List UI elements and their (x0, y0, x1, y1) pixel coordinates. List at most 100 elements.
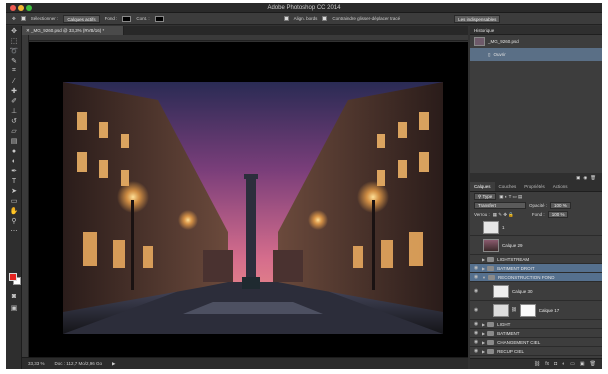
history-brush-icon[interactable]: ↺ (6, 116, 22, 126)
fill-field[interactable]: 100 % (547, 211, 569, 218)
layer-row[interactable]: ◉ ⛓ Calque 17 (470, 301, 602, 320)
select-label: Sélectionner : (30, 16, 59, 21)
select-dropdown[interactable]: Calques actifs (63, 14, 100, 23)
layer-name: RECUP CIEL (497, 348, 525, 354)
expand-arrow-icon[interactable]: ▶ (482, 331, 485, 336)
layer-mask-thumbnail[interactable] (519, 303, 536, 317)
layer-group-row[interactable]: ▶ LIGHTSTREAM (470, 255, 602, 264)
layer-group-row[interactable]: ◉ ▶ CHANGEMENT CIEL (470, 338, 602, 347)
move-tool-icon[interactable]: ✥ (12, 16, 16, 22)
layer-group-row[interactable]: ◉ ▶ RECUP CIEL (470, 347, 602, 356)
quick-select-icon[interactable]: ✎ (6, 56, 22, 66)
add-mask-icon[interactable]: ◘ (554, 361, 557, 367)
layer-group-row[interactable]: ◉ ▼ RECONSTRUCTION FOND (470, 273, 602, 282)
delete-layer-icon[interactable]: 🗑 (590, 361, 596, 367)
document-tab[interactable]: ✕ _MG_9260.psd @ 33,3% (RVB/16) * (22, 26, 124, 35)
workspace-dropdown[interactable]: Les indispensables (454, 14, 501, 23)
layer-name: LIGHT (497, 321, 511, 327)
visibility-eye-icon[interactable]: ◉ (472, 321, 480, 328)
camera-icon[interactable]: ◉ (583, 175, 587, 181)
layer-group-row[interactable]: ◉ ▶ LIGHT (470, 320, 602, 329)
visibility-eye-icon[interactable]: ◉ (472, 348, 480, 355)
filter-icons[interactable]: ▣ ◐ T ▭ ▤ (499, 194, 522, 200)
marquee-icon[interactable]: ⬚ (6, 36, 22, 46)
constrain-path-checkbox[interactable] (322, 16, 328, 21)
gradient-icon[interactable]: ▤ (6, 136, 22, 146)
clone-stamp-icon[interactable]: ⊥ (6, 106, 22, 116)
status-arrow-icon[interactable]: ▶ (112, 361, 115, 367)
layers-footer: ⛓ fx ◘ ◐ ▭ ▣ 🗑 (470, 358, 602, 369)
visibility-eye-icon[interactable]: ◉ (472, 265, 480, 272)
layer-group-row[interactable]: ◉ ▶ BATIMENT DROIT (470, 264, 602, 273)
screen-mode-icon[interactable]: ▣ (6, 303, 22, 313)
color-swatches[interactable] (9, 273, 21, 285)
history-panel-tab[interactable]: Historique (470, 26, 602, 35)
expand-arrow-icon[interactable]: ▼ (482, 275, 486, 280)
expand-arrow-icon[interactable]: ▶ (482, 349, 485, 354)
eyedropper-icon[interactable]: ⁄ (6, 76, 22, 86)
filter-dropdown[interactable]: ⚲ Type (474, 193, 497, 200)
layer-row[interactable]: Calque 29 (470, 236, 602, 255)
trash-icon[interactable]: 🗑 (590, 175, 596, 181)
path-select-icon[interactable]: ➤ (6, 186, 22, 196)
zoom-level[interactable]: 33,33 % (28, 361, 45, 366)
stroke-swatch[interactable] (154, 15, 164, 22)
history-step[interactable]: ▯ Ouvrir (470, 48, 602, 61)
lasso-icon[interactable]: ➰ (6, 46, 22, 56)
expand-arrow-icon[interactable]: ▶ (482, 322, 485, 327)
adjustment-layer-icon[interactable]: ◐ (562, 361, 565, 367)
folder-icon (487, 321, 495, 327)
hand-icon[interactable]: ✋ (6, 206, 22, 216)
fill-swatch[interactable] (122, 15, 132, 22)
new-document-icon[interactable]: ▣ (576, 175, 580, 181)
visibility-eye-icon[interactable]: ◉ (472, 307, 480, 314)
eraser-icon[interactable]: ▱ (6, 126, 22, 136)
layer-thumbnail (483, 238, 499, 252)
tab-layers[interactable]: Calques (470, 182, 495, 191)
visibility-eye-icon[interactable] (472, 224, 480, 231)
visibility-eye-icon[interactable] (472, 256, 480, 263)
visibility-eye-icon[interactable]: ◉ (472, 330, 480, 337)
move-icon[interactable]: ✥ (6, 26, 22, 36)
pen-icon[interactable]: ✒ (6, 166, 22, 176)
expand-arrow-icon[interactable]: ▶ (482, 266, 485, 271)
dodge-icon[interactable]: ◐ (6, 156, 22, 166)
align-edges-checkbox[interactable] (283, 16, 289, 21)
opacity-field[interactable]: 100 % (550, 202, 571, 209)
new-layer-icon[interactable]: ▣ (580, 361, 585, 367)
visibility-eye-icon[interactable] (472, 242, 480, 249)
layers-list: 1 Calque 29 ▶ LIGHTSTREAM ◉ ▶ BATIMENT D… (470, 219, 602, 356)
lock-icons[interactable]: ▦ ✎ ✥ 🔒 (493, 212, 514, 218)
link-layers-icon[interactable]: ⛓ (534, 361, 540, 367)
auto-select-checkbox[interactable] (20, 16, 26, 21)
layer-row[interactable]: ◉ Calque 30 (470, 282, 602, 301)
layer-group-row[interactable]: ◉ ▶ BATIMENT (470, 329, 602, 338)
brush-icon[interactable]: ✐ (6, 96, 22, 106)
layer-row[interactable]: 1 (470, 219, 602, 236)
healing-brush-icon[interactable]: ✚ (6, 86, 22, 96)
tab-actions[interactable]: Actions (549, 182, 572, 191)
crop-icon[interactable]: ⌗ (6, 66, 22, 76)
history-snapshot[interactable]: _MG_9260.psd (470, 35, 602, 48)
expand-arrow-icon[interactable]: ▶ (482, 340, 485, 345)
layers-panel-tabs: Calques Couches Propriétés Actions (470, 182, 602, 192)
fx-icon[interactable]: fx (545, 361, 549, 367)
folder-icon (487, 339, 495, 345)
expand-arrow-icon[interactable]: ▶ (482, 257, 485, 262)
blur-icon[interactable]: ● (6, 146, 22, 156)
new-group-icon[interactable]: ▭ (570, 361, 575, 367)
more-tools-icon[interactable]: ⋯ (6, 226, 22, 236)
type-icon[interactable]: T (6, 176, 22, 186)
visibility-eye-icon[interactable]: ◉ (472, 274, 480, 281)
folder-icon (487, 330, 495, 336)
zoom-icon[interactable]: ⚲ (6, 216, 22, 226)
quick-mask-icon[interactable]: ◙ (6, 291, 22, 301)
tab-properties[interactable]: Propriétés (520, 182, 549, 191)
visibility-eye-icon[interactable]: ◉ (472, 288, 480, 295)
shape-icon[interactable]: ▭ (6, 196, 22, 206)
foreground-color-swatch[interactable] (9, 273, 17, 281)
blend-mode-dropdown[interactable]: Transfert (474, 202, 526, 209)
visibility-eye-icon[interactable]: ◉ (472, 339, 480, 346)
canvas-area[interactable] (29, 42, 468, 357)
tab-channels[interactable]: Couches (495, 182, 521, 191)
